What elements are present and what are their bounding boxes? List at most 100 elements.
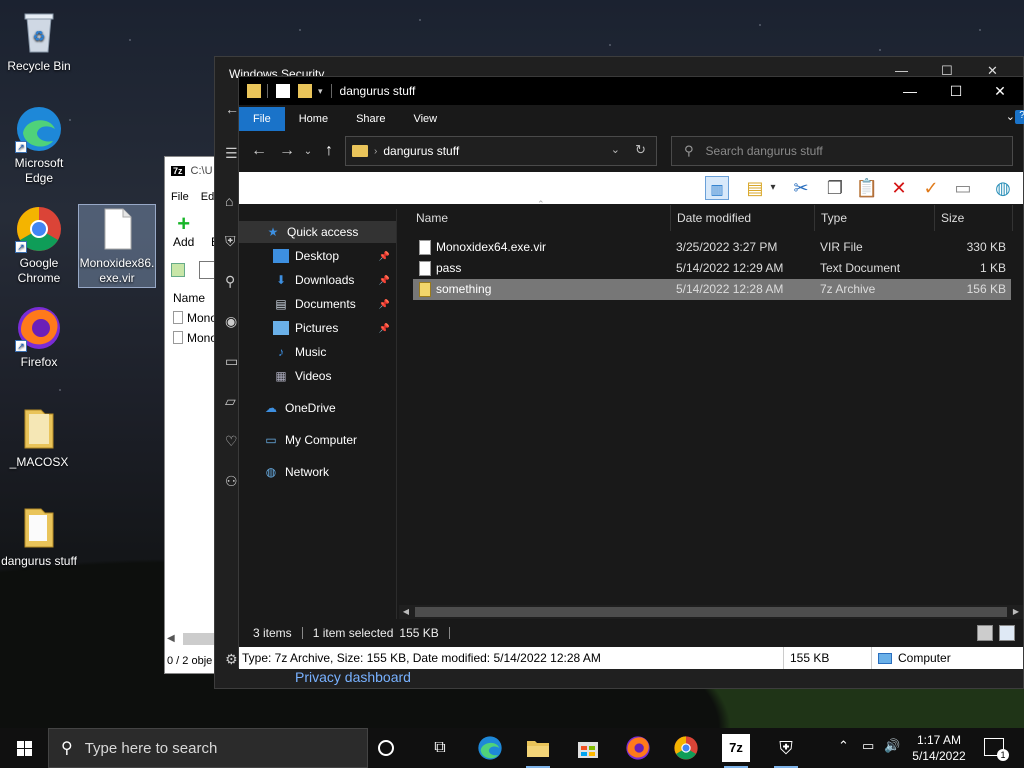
privacy-dashboard-link[interactable]: Privacy dashboard [295,669,411,685]
sidebar-item-pictures[interactable]: Pictures 📌 [239,317,396,339]
tab-view[interactable]: View [399,107,451,131]
forward-arrow-icon[interactable]: → [273,142,301,160]
pin-icon[interactable]: 📌 [379,323,390,334]
column-header-size[interactable]: Size [935,205,1013,231]
edge-taskbar-icon[interactable] [476,734,504,762]
cut-icon[interactable]: ✂ [789,176,813,200]
column-header-name[interactable]: Name [399,205,671,231]
recent-locations-icon[interactable]: ⌄ [301,146,315,157]
pin-icon[interactable]: 📌 [379,251,390,262]
desktop-icon [273,249,289,263]
store-taskbar-icon[interactable] [574,734,602,762]
network-status-icon[interactable]: ▭ [862,738,874,754]
preview-pane-icon[interactable]: ▥ [705,176,729,200]
paste-icon[interactable]: 📋 [855,176,879,200]
details-view-icon[interactable] [977,625,993,641]
windows-security-taskbar-icon[interactable]: ⛨ [772,734,800,768]
column-header-date[interactable]: Date modified [671,205,815,231]
music-icon: ♪ [278,345,284,359]
back-arrow-icon[interactable]: ← [245,142,273,160]
scrollbar-thumb[interactable] [415,607,1007,617]
chevron-down-icon[interactable]: ▾ [767,176,779,200]
sidebar-item-downloads[interactable]: ⬇ Downloads 📌 [239,269,396,291]
sidebar-item-quick-access[interactable]: ★ Quick access [239,221,396,243]
chevron-right-icon[interactable]: › [374,146,377,157]
minimize-icon[interactable]: — [887,77,933,105]
file-date: 3/25/2022 3:27 PM [676,240,778,254]
table-row[interactable]: something 5/14/2022 12:28 AM 7z Archive … [413,279,1011,300]
start-button[interactable] [0,728,48,768]
sevenzip-menu-edit[interactable]: Ed [201,191,214,203]
scroll-left-arrow-icon[interactable]: ◀ [399,605,413,619]
search-input[interactable] [705,144,996,158]
refresh-icon[interactable]: ↻ [635,142,646,158]
rename-icon[interactable]: ▭ [951,176,975,200]
pin-icon[interactable]: 📌 [379,275,390,286]
cortana-icon[interactable] [378,740,394,756]
selection-size: 155 KB [399,626,439,640]
chrome-taskbar-icon[interactable] [672,734,700,762]
sidebar-item-documents[interactable]: ▤ Documents 📌 [239,293,396,315]
new-folder-icon[interactable] [298,84,312,98]
taskbar-clock[interactable]: 1:17 AM 5/14/2022 [908,732,970,764]
volume-icon[interactable]: 🔊 [884,738,900,754]
customize-quick-access-icon[interactable]: ▾ [318,86,323,97]
table-row[interactable]: pass 5/14/2022 12:29 AM Text Document 1 … [413,258,1011,279]
address-bar[interactable]: › dangurus stuff ⌄ ↻ [345,136,657,166]
desktop-icon-recycle-bin[interactable]: ♻ Recycle Bin [0,8,78,74]
explorer-titlebar[interactable]: ▾ dangurus stuff — ☐ ✕ [239,77,1023,105]
desktop-icon-monoxidex86[interactable]: Monoxidex86.exe.vir [78,204,156,288]
scroll-left-arrow-icon[interactable]: ◀ [167,633,175,644]
sidebar-item-onedrive[interactable]: ☁ OneDrive [239,397,396,419]
sidebar-item-my-computer[interactable]: ▭ My Computer [239,429,396,451]
chevron-down-icon[interactable]: ⌄ [611,143,620,156]
tab-share[interactable]: Share [342,107,399,131]
tab-file[interactable]: File [239,107,285,131]
sidebar-item-music[interactable]: ♪ Music [239,341,396,363]
sevenzip-add-button[interactable]: + Add [173,213,194,250]
properties-icon[interactable] [276,84,290,98]
large-icons-view-icon[interactable] [999,625,1015,641]
sevenzip-taskbar-icon[interactable]: 7z [722,734,750,768]
sidebar-item-desktop[interactable]: Desktop 📌 [239,245,396,267]
new-folder-icon[interactable]: ▤ [743,176,767,200]
help-icon[interactable]: ? [1015,110,1024,124]
show-hidden-icons-icon[interactable]: ⌃ [838,738,849,754]
copy-icon[interactable]: ❐ [823,176,847,200]
desktop-icon-dangurus-folder[interactable]: dangurus stuff [0,503,78,569]
expand-ribbon-icon[interactable]: ⌄ [1006,110,1015,123]
desktop-icon-chrome[interactable]: ↗ Google Chrome [0,205,78,286]
file-size: 330 KB [966,240,1006,254]
horizontal-scrollbar[interactable]: ◀ ▶ [399,605,1023,619]
file-explorer-taskbar-icon[interactable] [524,734,552,768]
sidebar-item-videos[interactable]: ▦ Videos [239,365,396,387]
table-row[interactable]: Monoxidex64.exe.vir 3/25/2022 3:27 PM VI… [413,237,1011,258]
checkmark-icon[interactable]: ✓ [919,176,943,200]
search-box[interactable]: ⚲ [671,136,1013,166]
delete-icon[interactable]: ✕ [887,176,911,200]
folder-up-icon[interactable] [171,263,185,277]
firefox-taskbar-icon[interactable] [624,734,652,762]
pin-icon[interactable]: 📌 [379,299,390,310]
sevenzip-row-2[interactable]: Mono [173,331,217,345]
taskbar-search-box[interactable]: ⚲ [48,728,368,768]
taskbar-search-input[interactable] [84,739,345,757]
globe-icon[interactable]: ◍ [991,176,1015,200]
tab-home[interactable]: Home [285,107,342,131]
file-explorer-window[interactable]: ▾ dangurus stuff — ☐ ✕ File Home Share V… [238,76,1024,669]
desktop-icon-macosx-folder[interactable]: _MACOSX [0,404,78,470]
desktop-icon-edge[interactable]: ↗ Microsoft Edge [0,105,78,186]
file-icon [173,311,183,324]
up-arrow-icon[interactable]: ↑ [315,142,343,160]
maximize-icon[interactable]: ☐ [933,77,979,105]
scroll-right-arrow-icon[interactable]: ▶ [1009,605,1023,619]
sidebar-item-network[interactable]: ◍ Network [239,461,396,483]
sevenzip-menu-file[interactable]: File [171,191,189,203]
sevenzip-row-1[interactable]: Mono [173,311,217,325]
file-icon [419,240,431,255]
task-view-icon[interactable]: ⧉ [426,734,454,762]
close-icon[interactable]: ✕ [977,77,1023,105]
notification-center-icon[interactable]: 1 [984,738,1009,761]
desktop-icon-firefox[interactable]: ↗ Firefox [0,304,78,370]
column-header-type[interactable]: Type [815,205,935,231]
